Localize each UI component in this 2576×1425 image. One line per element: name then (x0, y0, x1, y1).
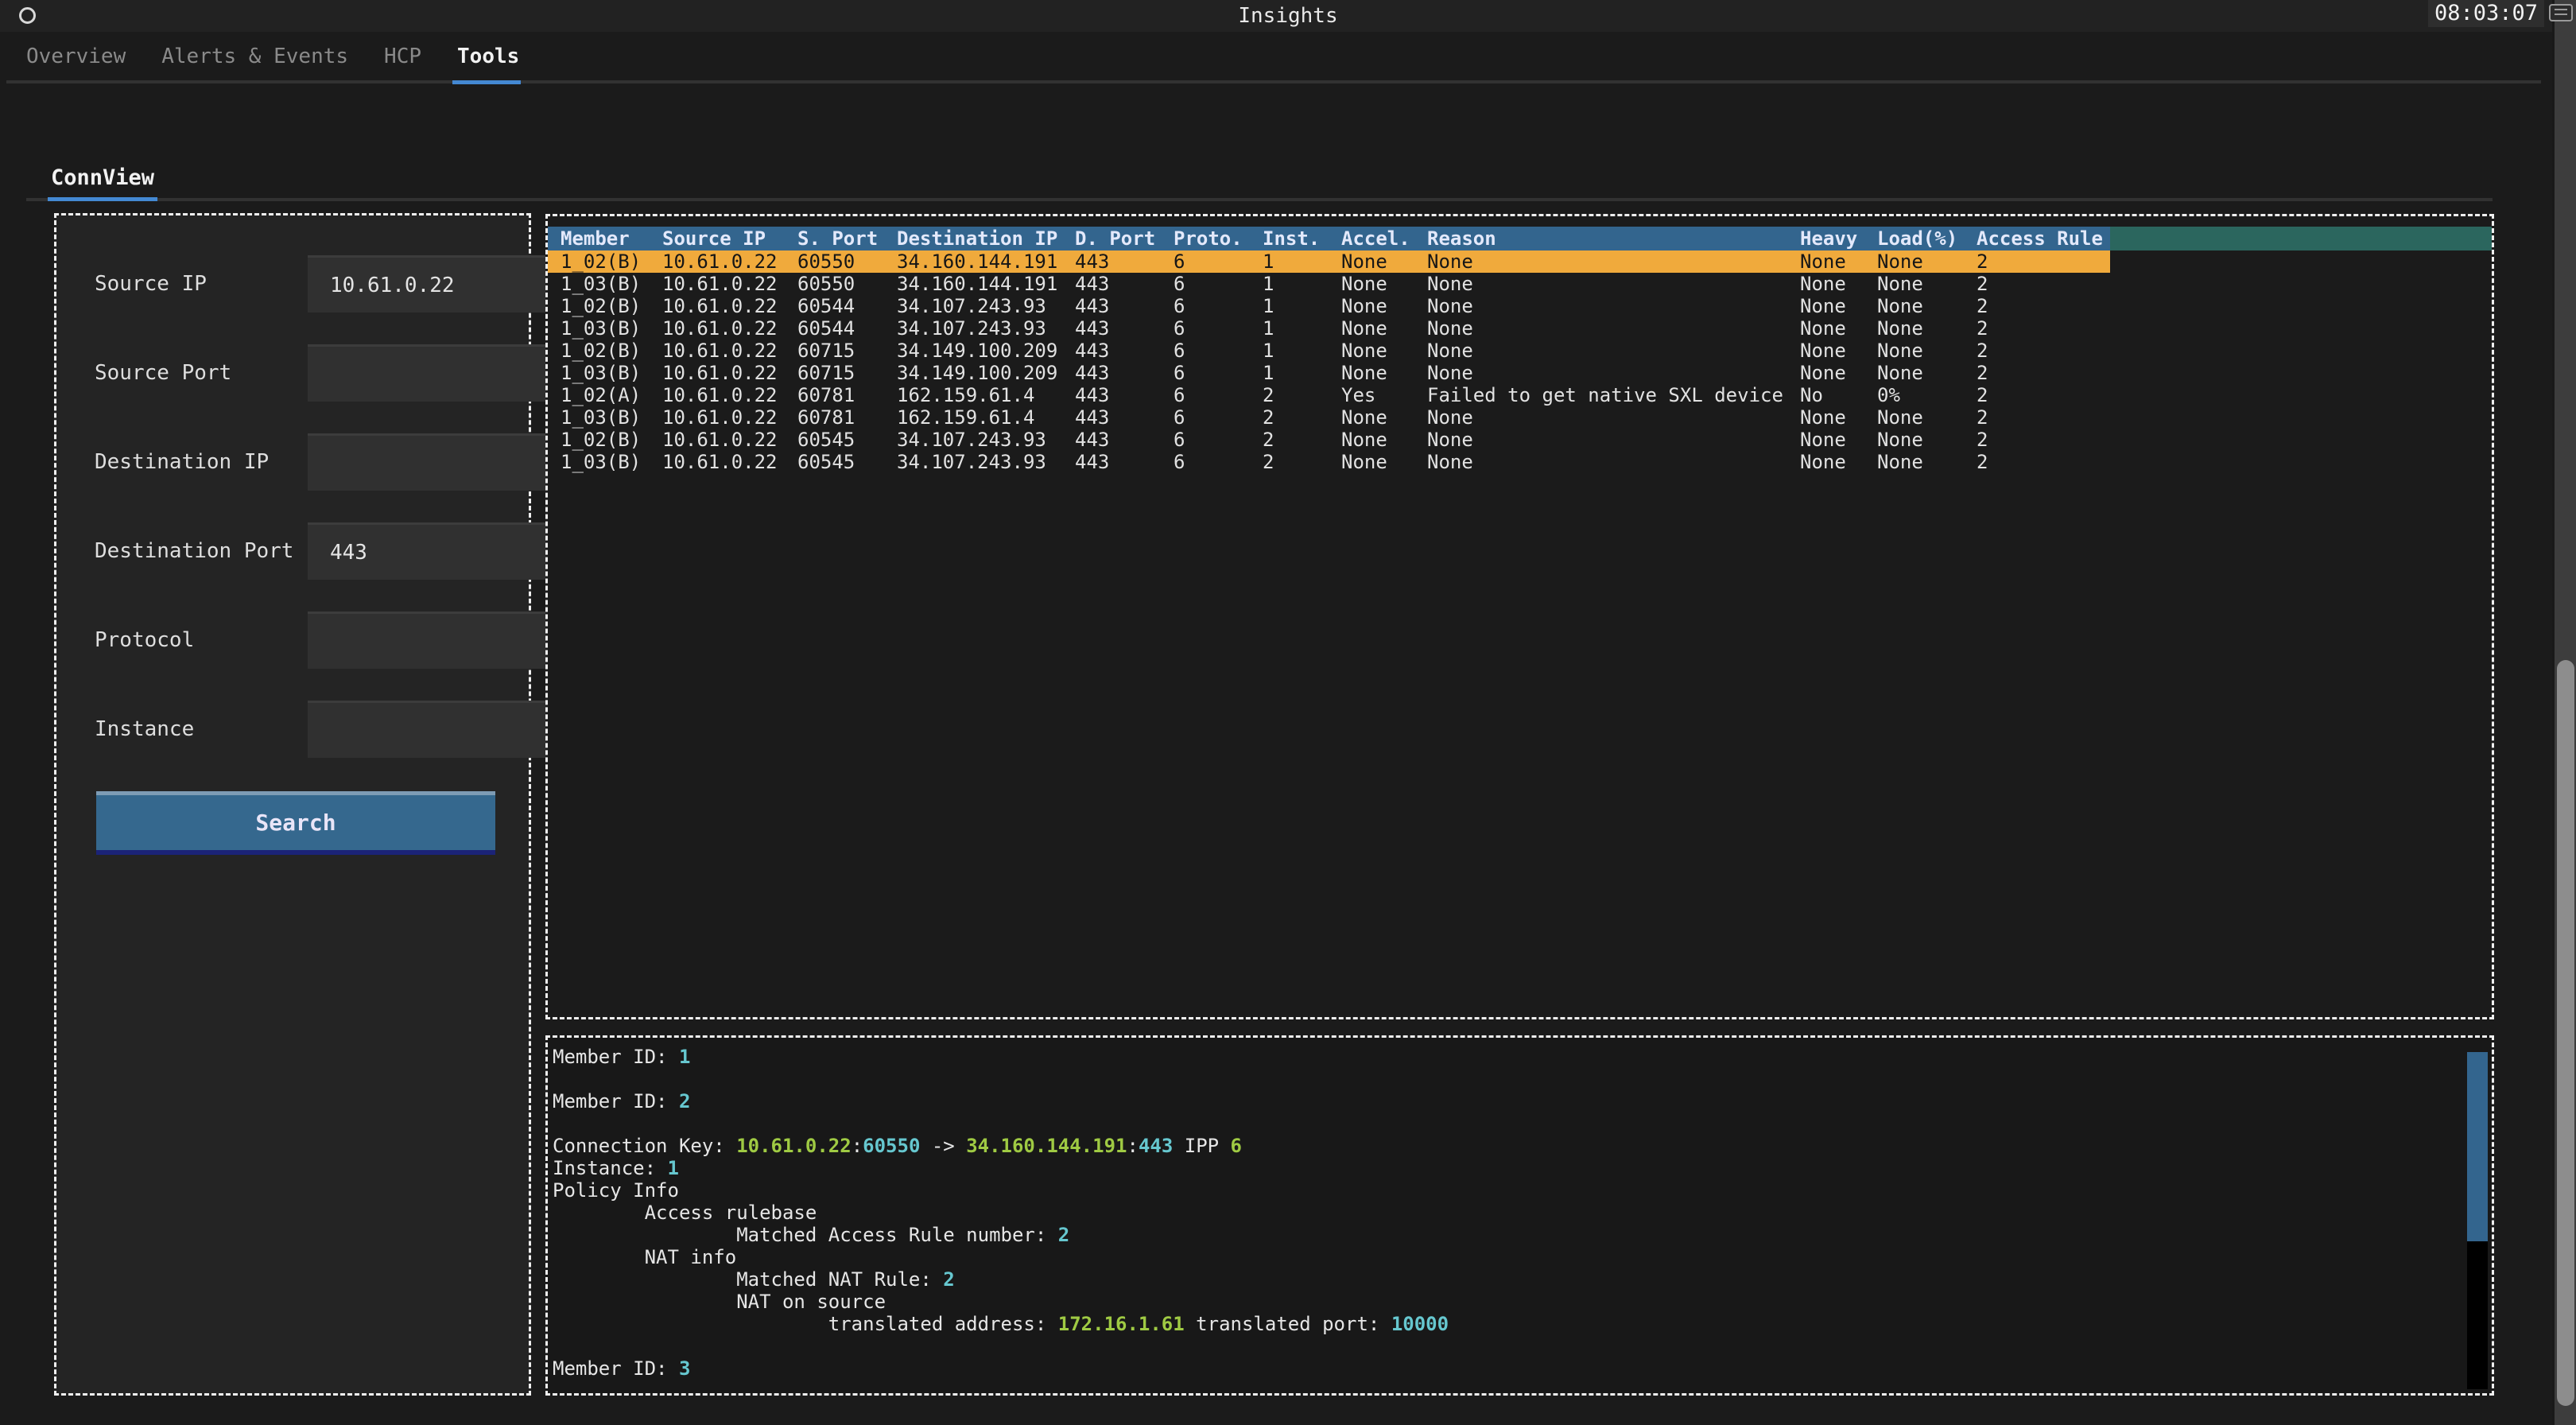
table-row[interactable]: 1_02(B)10.61.0.226054534.107.243.9344362… (548, 429, 2492, 451)
table-row[interactable]: 1_02(A)10.61.0.2260781162.159.61.444362Y… (548, 384, 2492, 406)
column-header-d-port: D. Port (1075, 227, 1174, 250)
column-header-inst: Inst. (1263, 227, 1341, 250)
table-row[interactable]: 1_02(B)10.61.0.226071534.149.100.2094436… (548, 340, 2492, 362)
detail-scrollbar-thumb[interactable] (2467, 1052, 2488, 1241)
form-row-source-ip: Source IP (95, 255, 499, 313)
main-tabs: Overview Alerts & Events HCP Tools (26, 32, 519, 81)
form-row-source-port: Source Port (95, 344, 499, 402)
detail-line: Matched NAT Rule: 2 (553, 1268, 2455, 1291)
column-header-reason: Reason (1427, 227, 1800, 250)
detail-line (553, 1335, 2455, 1357)
form-row-protocol: Protocol (95, 612, 499, 669)
destination-ip-label: Destination IP (95, 450, 308, 474)
detail-line: Access rulebase (553, 1202, 2455, 1224)
detail-lines: Member ID: 1 Member ID: 2 Connection Key… (553, 1046, 2455, 1380)
form-row-instance: Instance (95, 701, 499, 758)
instance-label: Instance (95, 717, 308, 741)
detail-line: Instance: 1 (553, 1157, 2455, 1179)
destination-port-label: Destination Port (95, 539, 308, 563)
column-header-heavy: Heavy (1800, 227, 1877, 250)
protocol-label: Protocol (95, 628, 308, 652)
detail-line (553, 1068, 2455, 1090)
search-form-fields: Source IP Source Port Destination IP Destin… (56, 255, 529, 758)
subline (26, 198, 2493, 201)
form-row-destination-ip: Destination IP (95, 433, 499, 491)
column-header-accel: Accel. (1341, 227, 1427, 250)
search-button[interactable]: Search (96, 791, 495, 855)
column-header-destination-ip: Destination IP (897, 227, 1075, 250)
column-header-s-port: S. Port (797, 227, 897, 250)
detail-line: Policy Info (553, 1179, 2455, 1202)
tab-tools[interactable]: Tools (457, 32, 519, 81)
clock: 08:03:07 (2428, 0, 2544, 27)
sub-tabs: ConnView (51, 157, 154, 198)
column-header-member: Member (561, 227, 662, 250)
detail-scrollbar[interactable] (2467, 1052, 2488, 1389)
detail-line: Member ID: 1 (553, 1046, 2455, 1068)
main-scrollbar-thumb[interactable] (2557, 660, 2574, 1406)
table-row[interactable]: 1_03(B)10.61.0.226054434.107.243.9344361… (548, 317, 2492, 340)
table-row[interactable]: 1_02(B)10.61.0.226054434.107.243.9344361… (548, 295, 2492, 317)
table-row[interactable]: 1_03(B)10.61.0.226055034.160.144.1914436… (548, 273, 2492, 295)
column-header-source-ip: Source IP (662, 227, 797, 250)
table-row[interactable]: 1_03(B)10.61.0.226071534.149.100.2094436… (548, 362, 2492, 384)
menu-icon[interactable] (2549, 4, 2573, 21)
detail-line: Member ID: 3 (553, 1357, 2455, 1380)
subtab-connview[interactable]: ConnView (51, 157, 154, 198)
source-ip-label: Source IP (95, 272, 308, 296)
source-port-label: Source Port (95, 361, 308, 385)
tab-alerts-events[interactable]: Alerts & Events (161, 32, 348, 81)
table-row[interactable]: 1_03(B)10.61.0.226054534.107.243.9344362… (548, 451, 2492, 473)
detail-line: Member ID: 2 (553, 1090, 2455, 1112)
app-title: Insights (0, 0, 2576, 32)
tab-overview[interactable]: Overview (26, 32, 126, 81)
detail-line: Connection Key: 10.61.0.22:60550 -> 34.1… (553, 1135, 2455, 1157)
detail-line: NAT info (553, 1246, 2455, 1268)
column-header-access-rule: Access Rule (1977, 227, 2110, 250)
table-header: MemberSource IPS. PortDestination IPD. P… (548, 227, 2492, 250)
detail-line: Matched Access Rule number: 2 (553, 1224, 2455, 1246)
column-header-load: Load(%) (1877, 227, 1977, 250)
detail-line: NAT on source (553, 1291, 2455, 1313)
connection-details[interactable]: Member ID: 1 Member ID: 2 Connection Key… (545, 1035, 2494, 1396)
connview-search-panel: Source IP Source Port Destination IP Destin… (54, 213, 531, 1396)
main-scrollbar[interactable] (2552, 0, 2576, 1425)
tabline (6, 80, 2541, 83)
form-row-destination-port: Destination Port (95, 522, 499, 580)
table-row[interactable]: 1_02(B)10.61.0.226055034.160.144.1914436… (548, 250, 2492, 273)
table-body: 1_02(B)10.61.0.226055034.160.144.1914436… (548, 250, 2492, 473)
topbar: Insights 08:03:07 (0, 0, 2576, 32)
column-header-proto: Proto. (1174, 227, 1263, 250)
detail-line (553, 1112, 2455, 1135)
detail-line: translated address: 172.16.1.61 translat… (553, 1313, 2455, 1335)
tab-hcp[interactable]: HCP (384, 32, 421, 81)
table-row[interactable]: 1_03(B)10.61.0.2260781162.159.61.444362N… (548, 406, 2492, 429)
connections-table[interactable]: MemberSource IPS. PortDestination IPD. P… (545, 214, 2494, 1019)
